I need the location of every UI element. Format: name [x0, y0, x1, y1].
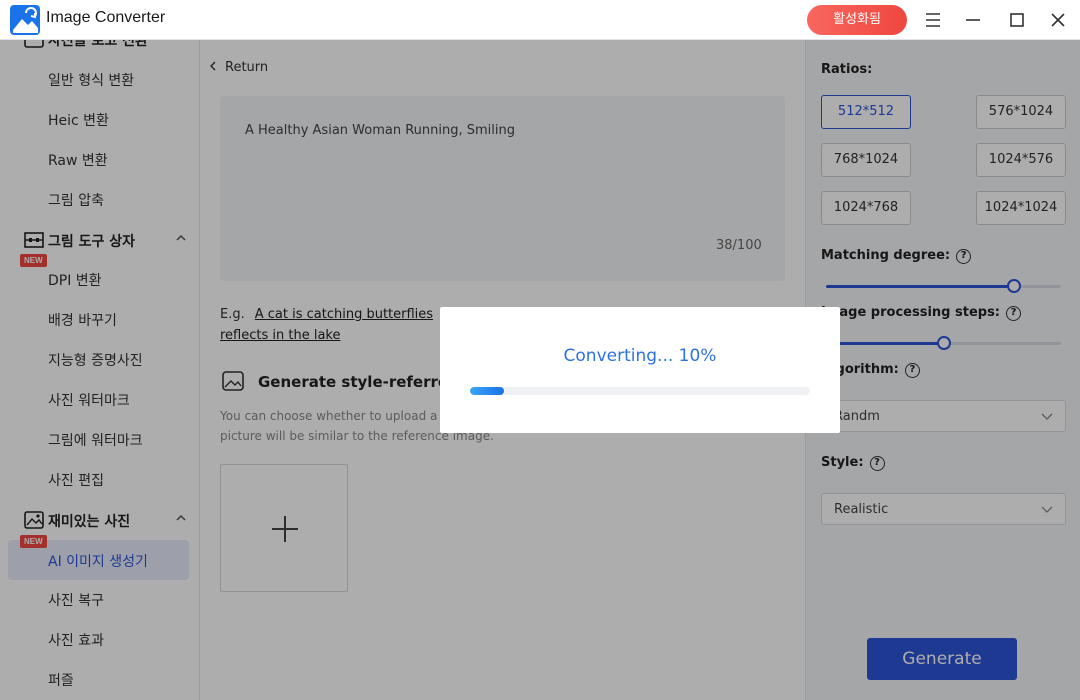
converting-status: Converting... 10%	[563, 346, 717, 366]
activate-button[interactable]: 활성화됨	[807, 5, 907, 35]
maximize-icon[interactable]	[1005, 8, 1029, 32]
progress-bar	[470, 387, 810, 395]
progress-bar-fill	[470, 387, 504, 395]
app-title: Image Converter	[46, 9, 166, 26]
minimize-icon[interactable]	[961, 8, 985, 32]
converting-dialog: Converting... 10%	[440, 307, 840, 433]
app-logo-icon	[10, 5, 40, 35]
close-icon[interactable]	[1046, 8, 1070, 32]
menu-icon[interactable]	[921, 8, 945, 32]
title-bar: Image Converter 활성화됨	[0, 0, 1080, 40]
